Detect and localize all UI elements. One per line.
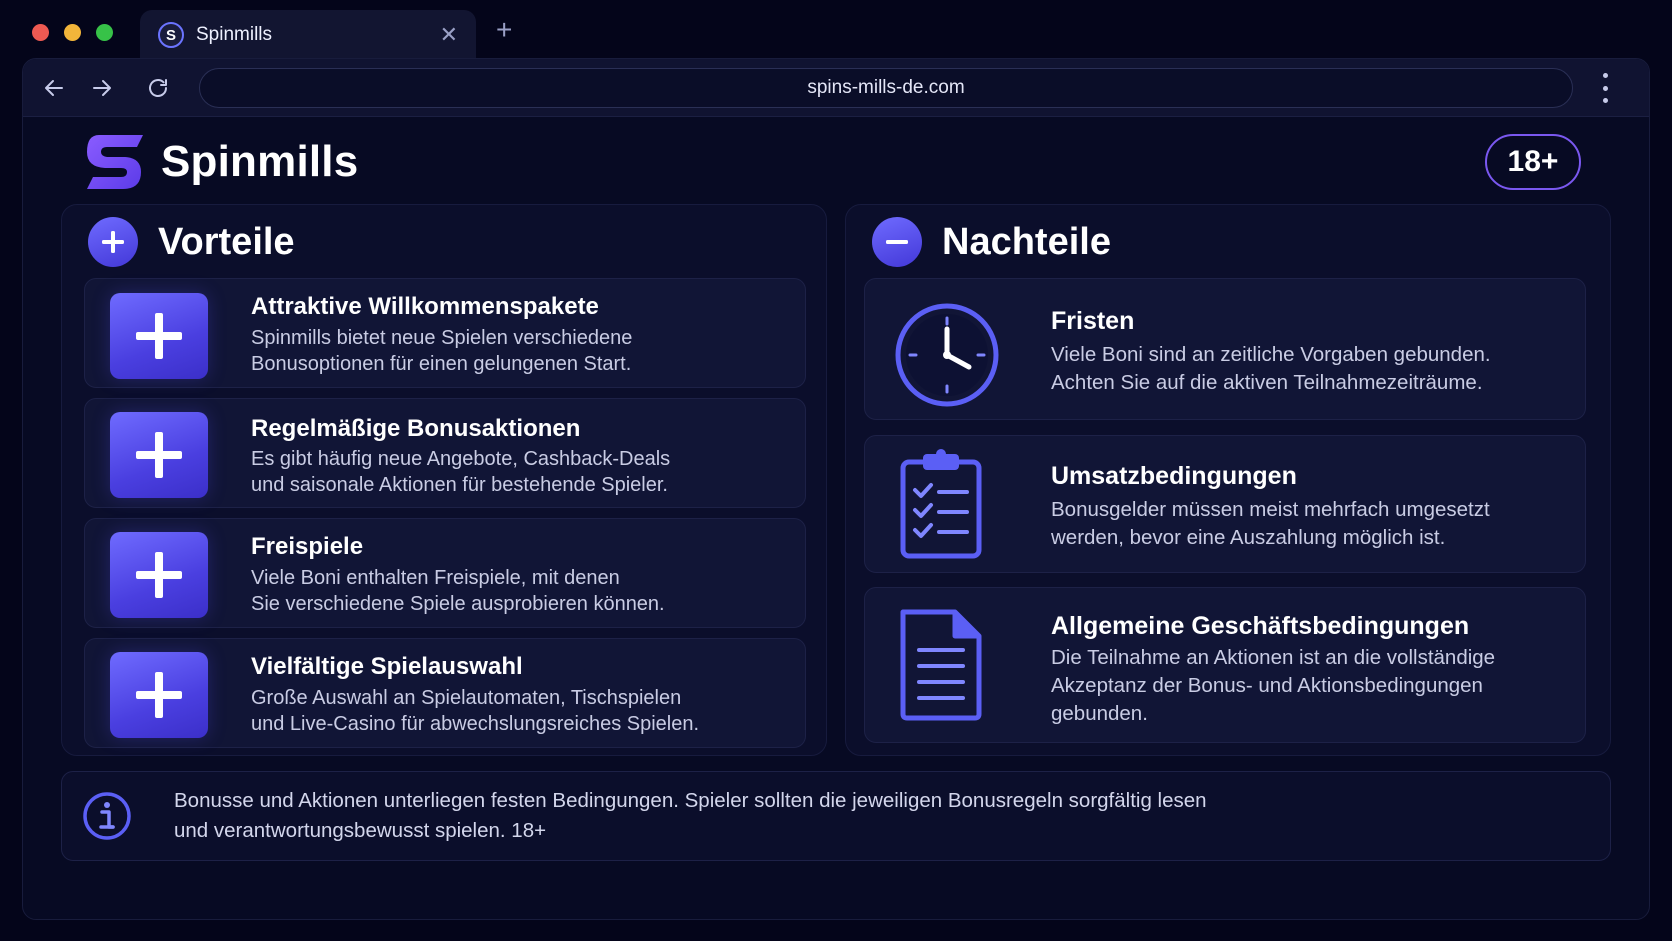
cons-panel: Nachteile Fristen Viele Boni sind an zei… [845, 204, 1611, 756]
age-badge: 18+ [1485, 134, 1581, 190]
pros-item-title: Vielfältige Spielauswahl [251, 653, 523, 680]
cons-item-text: Die Teilnahme an Aktionen ist an die vol… [1051, 646, 1496, 725]
back-arrow-icon[interactable] [37, 71, 71, 105]
cons-item-title: Allgemeine Geschäftsbedingungen [1051, 612, 1470, 640]
tab-close-icon[interactable]: ✕ [440, 24, 458, 46]
brand[interactable]: Spinmills [85, 133, 358, 191]
pros-item-text: Große Auswahl an Spielautomaten, Tischsp… [251, 687, 700, 735]
close-window-button[interactable] [32, 24, 49, 41]
clock-icon [895, 303, 999, 407]
pros-item: Attraktive Willkommenspakete Spinmills b… [84, 278, 806, 388]
spinmills-logo-icon [87, 135, 143, 189]
pros-title: Vorteile [158, 220, 295, 263]
pros-item-title: Regelmäßige Bonusaktionen [251, 415, 581, 442]
browser-window: spins-mills-de.com Spinmills 18+ Vorteil… [22, 58, 1650, 920]
document-icon [900, 609, 982, 721]
cons-item: Allgemeine Geschäftsbedingungen Die Teil… [864, 587, 1586, 743]
plus-icon [110, 412, 208, 498]
cons-title: Nachteile [942, 220, 1111, 263]
pros-item-title: Freispiele [251, 533, 364, 560]
minus-circle-icon [872, 217, 922, 267]
pros-panel: Vorteile Attraktive Willkommenspakete Sp… [61, 204, 827, 756]
plus-icon [110, 293, 208, 379]
cons-item-title: Fristen [1051, 307, 1135, 335]
pros-item: Regelmäßige Bonusaktionen Es gibt häufig… [84, 398, 806, 508]
info-icon [83, 792, 131, 840]
pros-item: Freispiele Viele Boni enthalten Freispie… [84, 518, 806, 628]
pros-item-text: Viele Boni enthalten Freispiele, mit den… [251, 567, 665, 615]
reload-icon[interactable] [141, 71, 175, 105]
cons-item: Umsatzbedingungen Bonusgelder müssen mei… [864, 435, 1586, 573]
pros-item-text: Spinmills bietet neue Spielen verschiede… [251, 327, 633, 375]
cons-item-title: Umsatzbedingungen [1051, 462, 1297, 490]
cons-item-text: Viele Boni sind an zeitliche Vorgaben ge… [1051, 343, 1491, 394]
address-bar[interactable]: spins-mills-de.com [199, 68, 1573, 108]
notice-text: Bonusse und Aktionen unterliegen festen … [174, 789, 1207, 842]
forward-arrow-icon[interactable] [85, 71, 119, 105]
plus-icon [110, 652, 208, 738]
info-notice: Bonusse und Aktionen unterliegen festen … [61, 771, 1611, 861]
maximize-window-button[interactable] [96, 24, 113, 41]
new-tab-button[interactable]: + [496, 16, 512, 44]
pros-header: Vorteile [88, 217, 295, 267]
brand-name: Spinmills [161, 137, 359, 186]
cons-item: Fristen Viele Boni sind an zeitliche Vor… [864, 278, 1586, 420]
plus-circle-icon [88, 217, 138, 267]
browser-toolbar: spins-mills-de.com [23, 59, 1649, 117]
pros-item: Vielfältige Spielauswahl Große Auswahl a… [84, 638, 806, 748]
cons-item-text: Bonusgelder müssen meist mehrfach umgese… [1051, 498, 1490, 549]
pros-item-text: Es gibt häufig neue Angebote, Cashback-D… [251, 448, 671, 496]
page-content: Spinmills 18+ Vorteile Attraktive Willko… [23, 117, 1649, 919]
browser-menu-icon[interactable] [1599, 73, 1611, 103]
minimize-window-button[interactable] [64, 24, 81, 41]
tab-favicon-icon: S [158, 22, 184, 48]
window-controls [32, 24, 113, 41]
cons-header: Nachteile [872, 217, 1111, 267]
pros-item-title: Attraktive Willkommenspakete [251, 293, 599, 320]
plus-icon [110, 532, 208, 618]
tab-title: Spinmills [196, 24, 273, 45]
clipboard-checklist-icon [900, 449, 982, 559]
browser-tab[interactable]: S Spinmills ✕ [140, 10, 476, 60]
